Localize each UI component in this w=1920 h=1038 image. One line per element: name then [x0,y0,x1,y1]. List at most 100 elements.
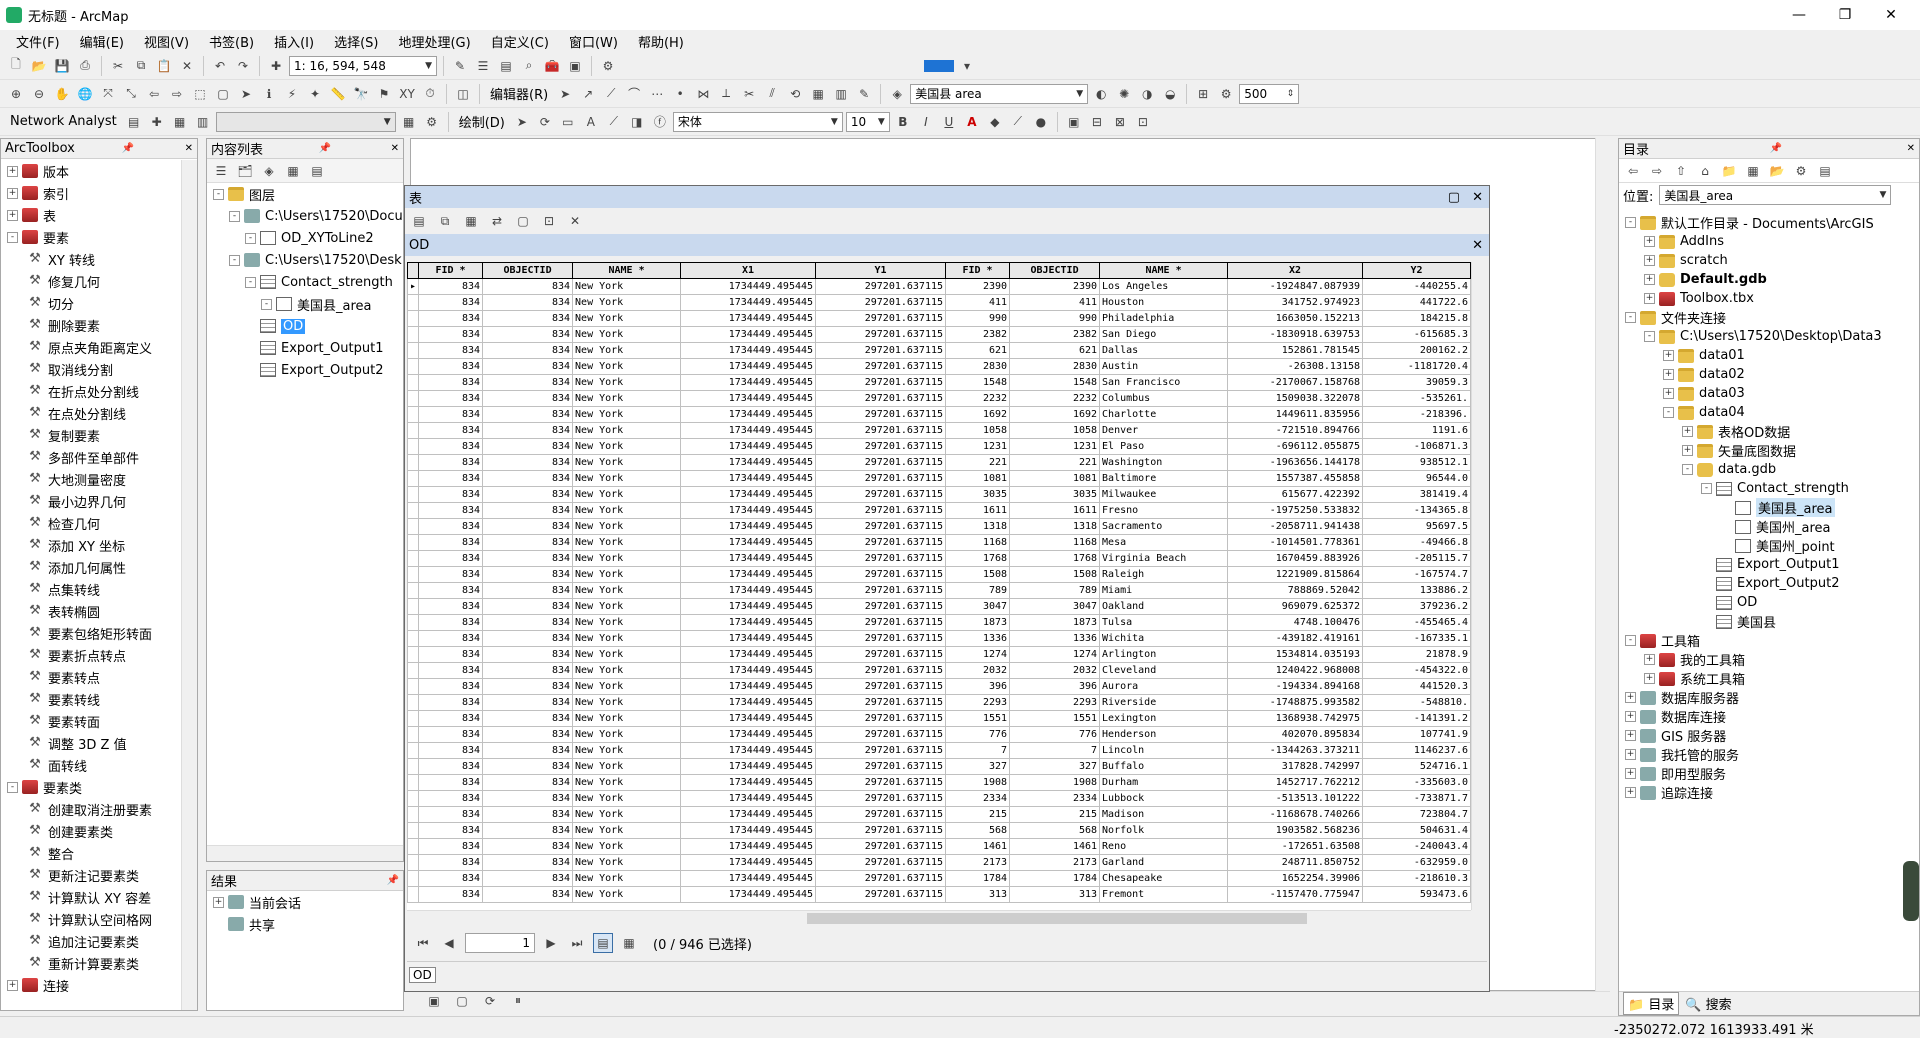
table-cell[interactable]: 2390 [945,278,1011,295]
marker-color-icon[interactable]: ● [1031,112,1051,132]
table-cell[interactable]: -167335.1 [1362,630,1471,647]
menu-item[interactable]: 帮助(H) [628,32,694,51]
table-cell[interactable]: 1551 [1009,710,1101,727]
expand-toggle[interactable]: - [1625,217,1636,228]
table-cell[interactable]: Norfolk [1099,822,1229,839]
tool-item[interactable]: ⚒ XY 转线 [7,248,181,270]
table-cell[interactable]: 95697.5 [1362,518,1471,535]
tool-item[interactable]: ⚒ 追加注记要素类 [7,930,181,952]
toc-item[interactable]: - OD_XYToLine2 [213,227,403,249]
table-cell[interactable]: 834 [482,790,574,807]
table-row[interactable]: 834 834 New York 1734449.495445 297201.63711… [407,310,1471,327]
tool-item[interactable]: ⚒ 复制要素 [7,424,181,446]
table-cell[interactable]: 2032 [1009,662,1101,679]
table-row[interactable]: 834 834 New York 1734449.495445 297201.63711… [407,486,1471,503]
catalog-item[interactable]: - Contact_strength [1625,479,1919,498]
table-cell[interactable]: 789 [1009,582,1101,599]
table-cell[interactable]: -513513.101222 [1227,790,1364,807]
list-by-drawing-order-icon[interactable]: ☰ [211,161,231,181]
table-row[interactable]: 834 834 New York 1734449.495445 297201.63711… [407,662,1471,679]
layout-view-icon[interactable]: ▢ [452,991,472,1011]
column-header[interactable]: NAME * [1099,262,1229,279]
view-options-icon[interactable]: ▦ [1743,161,1763,181]
column-header[interactable]: FID * [418,262,484,279]
catalog-item[interactable]: + AddIns [1625,232,1919,251]
table-cell[interactable]: 834 [482,886,574,903]
table-cell[interactable]: 1508 [1009,566,1101,583]
table-row[interactable]: 834 834 New York 1734449.495445 297201.63711… [407,742,1471,759]
italic-button[interactable]: I [916,112,936,132]
menu-item[interactable]: 选择(S) [324,32,388,51]
table-cell[interactable]: 221 [945,454,1011,471]
table-cell[interactable]: 297201.637115 [815,454,947,471]
row-selector[interactable] [407,614,420,631]
order-icon[interactable]: ⊡ [1133,112,1153,132]
table-cell[interactable]: 297201.637115 [815,502,947,519]
table-cell[interactable]: New York [572,678,682,695]
table-cell[interactable]: 834 [418,742,484,759]
catalog-item[interactable]: - 默认工作目录 - Documents\ArcGIS [1625,213,1919,232]
table-cell[interactable]: -455465.4 [1362,614,1471,631]
table-cell[interactable]: 834 [418,646,484,663]
table-cell[interactable]: 1873 [1009,614,1101,631]
identify-icon[interactable]: ℹ [259,84,279,104]
table-cell[interactable]: 776 [945,726,1011,743]
table-cell[interactable]: 834 [418,310,484,327]
column-header[interactable]: OBJECTID [482,262,574,279]
grid-vscrollbar[interactable] [1471,262,1487,910]
trace-icon[interactable]: ⋯ [647,84,667,104]
table-cell[interactable]: Lubbock [1099,790,1229,807]
table-cell[interactable]: 2293 [945,694,1011,711]
table-row[interactable]: 834 834 New York 1734449.495445 297201.63711… [407,374,1471,391]
tool-item[interactable]: ⚒ 最小边界几何 [7,490,181,512]
table-cell[interactable]: 381419.4 [1362,486,1471,503]
table-cell[interactable]: 834 [418,758,484,775]
tool-item[interactable]: ⚒ 切分 [7,292,181,314]
table-row[interactable]: 834 834 New York 1734449.495445 297201.63711… [407,342,1471,359]
redo-icon[interactable]: ↷ [233,56,253,76]
table-cell[interactable]: 621 [945,342,1011,359]
edit-tool-icon[interactable]: ➤ [555,84,575,104]
table-cell[interactable]: 1734449.495445 [680,390,817,407]
select-network-icon[interactable]: ▦ [170,112,190,132]
row-selector[interactable] [407,342,420,359]
table-cell[interactable]: 1734449.495445 [680,886,817,903]
table-row[interactable]: 834 834 New York 1734449.495445 297201.63711… [407,566,1471,583]
measure-icon[interactable]: 📏 [328,84,348,104]
table-cell[interactable]: Reno [1099,838,1229,855]
table-cell[interactable]: Mesa [1099,534,1229,551]
table-cell[interactable]: 834 [482,358,574,375]
table-cell[interactable]: 152861.781545 [1227,342,1364,359]
directions-icon[interactable]: ▦ [399,112,419,132]
editor-menu[interactable]: 编辑器(R) [486,84,552,103]
table-cell[interactable]: -218610.3 [1362,870,1471,887]
tool-item[interactable]: ⚒ 调整 3D Z 值 [7,732,181,754]
table-cell[interactable]: 1168 [1009,534,1101,551]
table-cell[interactable]: 834 [482,342,574,359]
table-cell[interactable]: 1231 [945,438,1011,455]
expand-toggle[interactable]: - [229,210,240,222]
table-cell[interactable]: Baltimore [1099,470,1229,487]
tool-item[interactable]: ⚒ 表转椭圆 [7,600,181,622]
expand-toggle[interactable]: - [261,298,272,310]
row-selector[interactable] [407,566,420,583]
previous-record-icon[interactable]: ◀ [439,933,459,953]
table-cell[interactable]: 297201.637115 [815,598,947,615]
table-cell[interactable]: 21878.9 [1362,646,1471,663]
expand-toggle[interactable]: + [1644,654,1655,665]
table-cell[interactable]: 834 [418,662,484,679]
back-icon[interactable]: ⇦ [1623,161,1643,181]
table-cell[interactable]: -439182.419161 [1227,630,1364,647]
table-cell[interactable]: -721510.894766 [1227,422,1364,439]
table-cell[interactable]: 593473.6 [1362,886,1471,903]
table-cell[interactable]: 1663050.152213 [1227,310,1364,327]
menu-item[interactable]: 自定义(C) [481,32,559,51]
cut-polygons-icon[interactable]: ✂ [739,84,759,104]
expand-toggle[interactable]: - [1625,635,1636,646]
row-selector[interactable] [407,374,420,391]
table-cell[interactable]: 1734449.495445 [680,470,817,487]
table-cell[interactable]: 1336 [1009,630,1101,647]
table-cell[interactable]: 834 [482,390,574,407]
table-cell[interactable]: 2232 [945,390,1011,407]
table-cell[interactable]: 297201.637115 [815,774,947,791]
